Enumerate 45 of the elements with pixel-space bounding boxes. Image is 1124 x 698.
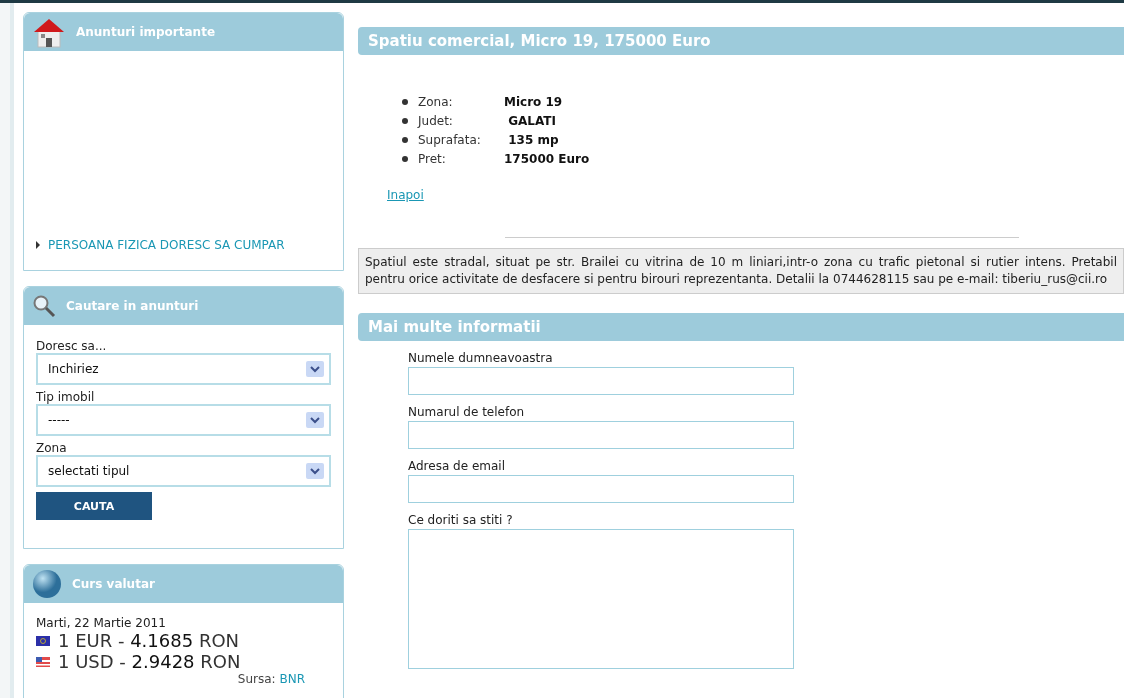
flag-icon (36, 635, 50, 646)
field-label: Doresc sa... (36, 339, 108, 353)
dropdown[interactable]: ----- (36, 404, 331, 436)
input-field[interactable] (408, 421, 794, 449)
search-button[interactable]: CAUTA (36, 492, 152, 520)
dropdown[interactable]: Inchiriez (36, 353, 331, 385)
bullet-icon (402, 118, 408, 124)
field-label: Zona (36, 441, 68, 455)
exchange-rate: 1 EUR - 4.1685 RON (58, 630, 240, 651)
detail-label: Judet: (418, 114, 454, 128)
field-label: Numarul de telefon (408, 405, 526, 419)
bullet-icon (36, 241, 40, 249)
detail-value: 175000 Euro (504, 152, 590, 166)
description-text: Spatiul este stradal, situat pe str. Brailei cu vitrina de 10 m liniari,intr-o zona cu trafic pietonal si rutier intens. Pretabil pentru orice activitate de desfacere si pentru birouri reprezentanta. Detalii la 0744628115 sau pe e-mail: tiberiu_rus@cii.ro (358, 248, 1124, 294)
exchange-rate: 1 USD - 2.9428 RON (58, 651, 241, 672)
detail-label: Pret: (418, 152, 447, 166)
message-field[interactable] (408, 529, 794, 669)
date-text: Marti, 22 Martie 2011 (36, 616, 167, 630)
flag-icon (36, 656, 50, 667)
input-field[interactable] (408, 367, 794, 395)
detail-value: Micro 19 (504, 95, 563, 109)
input-field[interactable] (408, 475, 794, 503)
panel-title: Curs valutar (72, 577, 155, 591)
detail-label: Suprafata: (418, 133, 482, 147)
house-icon (32, 16, 66, 48)
field-label: Ce doriti sa stiti ? (408, 513, 514, 527)
bullet-icon (402, 137, 408, 143)
field-label: Numele dumneavoastra (408, 351, 554, 365)
listing-title: Spatiu comercial, Micro 19, 175000 Euro (358, 27, 1124, 55)
dropdown[interactable]: selectati tipul (36, 455, 331, 487)
bullet-icon (402, 156, 408, 162)
globe-icon (32, 569, 62, 599)
panel-title: Cautare in anunturi (66, 299, 199, 313)
ad-link[interactable]: PERSOANA FIZICA DORESC SA CUMPAR (36, 238, 331, 252)
field-label: Adresa de email (408, 459, 506, 473)
bullet-icon (402, 99, 408, 105)
section-title: Mai multe informatii (358, 313, 1124, 341)
panel-title: Anunturi importante (76, 25, 216, 39)
search-icon (32, 294, 56, 318)
field-label: Tip imobil (36, 390, 96, 404)
source-label: Sursa: (237, 672, 277, 686)
detail-value: 135 mp (507, 133, 559, 147)
detail-label: Zona: (418, 95, 454, 109)
back-link[interactable]: Inapoi (387, 188, 424, 202)
detail-value: GALATI (507, 114, 556, 128)
